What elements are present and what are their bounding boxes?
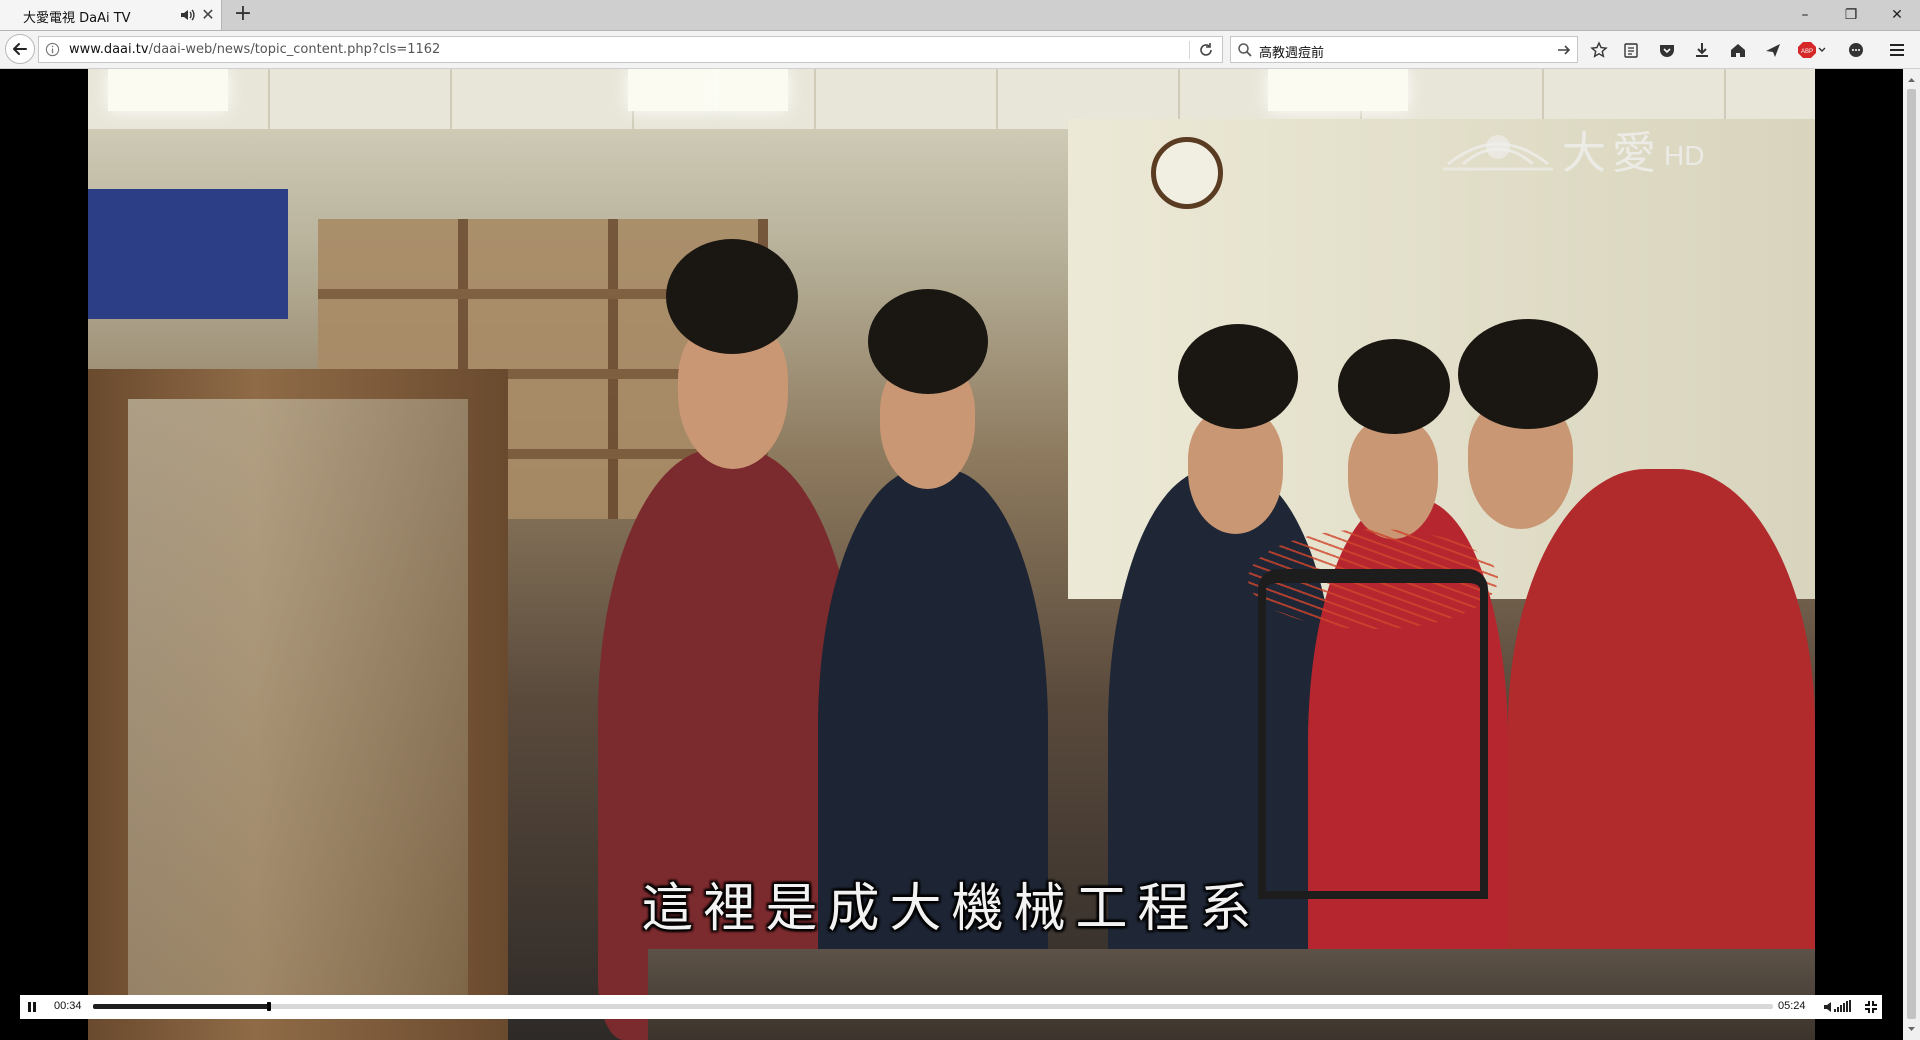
total-time: 05:24 [1778, 1000, 1806, 1012]
pause-icon[interactable] [24, 999, 40, 1015]
scroll-down-icon[interactable] [1907, 1025, 1916, 1034]
video-scene-hair [868, 289, 988, 394]
reload-icon[interactable] [1197, 41, 1215, 59]
video-scene-light [718, 69, 788, 111]
pocket-icon[interactable] [1656, 39, 1678, 61]
video-controls: 00:34 05:24 [20, 995, 1882, 1019]
arrow-left-icon [13, 43, 27, 55]
video-scene-light [628, 69, 718, 111]
close-icon[interactable]: ✕ [200, 7, 216, 23]
send-icon[interactable] [1762, 39, 1784, 61]
tab-bar: 大愛電視 DaAi TV ✕ + – ❐ ✕ [0, 0, 1920, 31]
restore-button[interactable]: ❐ [1828, 0, 1874, 30]
page-content: 大愛 HD 這裡是成大機械工程系 00:34 05:24 [0, 69, 1920, 1040]
video-subtitle: 這裡是成大機械工程系 [641, 879, 1262, 939]
reading-list-icon[interactable] [1620, 39, 1642, 61]
url-host: www.daai.tv [69, 42, 149, 57]
tab-title: 大愛電視 DaAi TV [23, 11, 131, 26]
bookmark-star-icon[interactable] [1588, 39, 1610, 61]
info-icon[interactable] [45, 42, 60, 57]
progress-bar[interactable] [93, 1002, 1773, 1011]
video-scene-hair [666, 239, 798, 354]
video-scene-light [1268, 69, 1408, 111]
video-scene-clock [1151, 137, 1223, 209]
download-icon[interactable] [1691, 39, 1713, 61]
progress-handle[interactable] [267, 1002, 272, 1011]
url-divider [1189, 41, 1190, 59]
search-input[interactable]: 高教週痘前 [1259, 42, 1324, 61]
watermark-hd: HD [1664, 140, 1705, 171]
url-text[interactable]: www.daai.tv/daai-web/news/topic_content.… [69, 42, 440, 57]
watermark-text: 大愛 [1562, 128, 1662, 179]
video-player[interactable]: 大愛 HD 這裡是成大機械工程系 [88, 69, 1815, 1040]
menu-icon[interactable] [1886, 39, 1908, 61]
adblock-icon[interactable]: ABP [1798, 39, 1828, 61]
url-path: /daai-web/news/topic_content.php?cls=116… [148, 42, 441, 57]
lotus-logo-icon [1443, 135, 1553, 171]
progress-fill [93, 1004, 270, 1009]
video-scene-hair [1338, 339, 1450, 434]
video-scene-blue-box [88, 189, 288, 319]
volume-icon[interactable] [1823, 999, 1855, 1015]
video-scene-hair [1178, 324, 1298, 429]
svg-text:ABP: ABP [1801, 49, 1813, 55]
channel-watermark: 大愛 HD [1438, 109, 1738, 189]
navigation-toolbar: www.daai.tv/daai-web/news/topic_content.… [0, 31, 1920, 69]
scroll-thumb[interactable] [1907, 89, 1916, 1019]
tab-daai[interactable]: 大愛電視 DaAi TV ✕ [0, 0, 222, 30]
search-bar[interactable]: 高教週痘前 [1230, 36, 1578, 63]
scrollbar[interactable] [1903, 69, 1920, 1040]
speaker-icon[interactable] [178, 6, 196, 24]
video-scene-robot [1258, 569, 1488, 899]
scroll-up-icon[interactable] [1907, 75, 1916, 84]
home-icon[interactable] [1727, 39, 1749, 61]
search-icon[interactable] [1237, 42, 1253, 58]
chat-icon[interactable] [1845, 39, 1867, 61]
back-button[interactable] [5, 34, 35, 64]
video-scene-light [108, 69, 228, 111]
arrow-right-icon[interactable] [1555, 41, 1573, 59]
url-bar[interactable]: www.daai.tv/daai-web/news/topic_content.… [38, 36, 1223, 63]
current-time: 00:34 [54, 1000, 82, 1012]
plus-icon[interactable]: + [232, 3, 254, 25]
minimize-button[interactable]: – [1782, 0, 1828, 30]
video-scene-face [1348, 419, 1438, 539]
video-scene-hair [1458, 319, 1598, 429]
fullscreen-exit-icon[interactable] [1863, 999, 1879, 1015]
window-close-button[interactable]: ✕ [1874, 0, 1920, 30]
